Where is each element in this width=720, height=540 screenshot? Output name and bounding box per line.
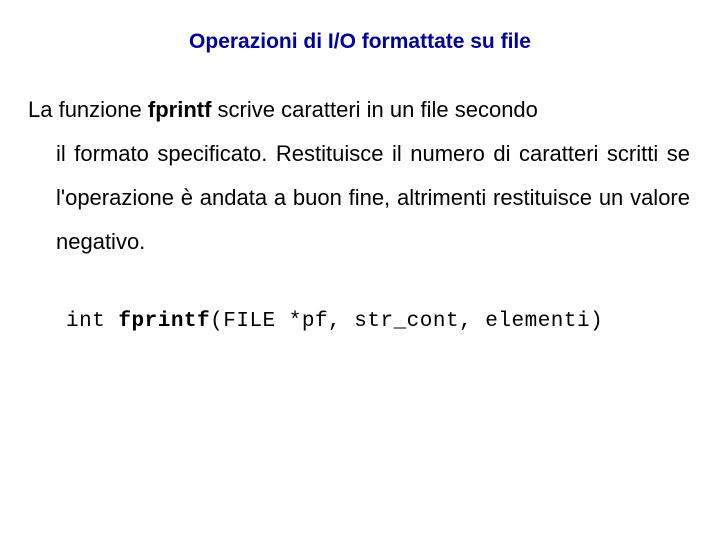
code-function-name: fprintf <box>118 310 210 333</box>
code-signature: int fprintf(FILE *pf, str_cont, elementi… <box>28 310 692 333</box>
slide-title: Operazioni di I/O formattate su file <box>28 30 692 54</box>
para-lead: La funzione <box>28 97 148 122</box>
func-name-inline: fprintf <box>148 97 212 122</box>
para-indented: il formato specificato. Restituisce il n… <box>28 132 690 264</box>
code-return-type: int <box>66 310 118 333</box>
body-text: La funzione fprintf scrive caratteri in … <box>28 88 692 264</box>
slide: Operazioni di I/O formattate su file La … <box>0 0 720 540</box>
code-params: (FILE *pf, str_cont, elementi) <box>210 310 603 333</box>
para-after-bold: scrive caratteri in un file secondo <box>211 97 538 122</box>
